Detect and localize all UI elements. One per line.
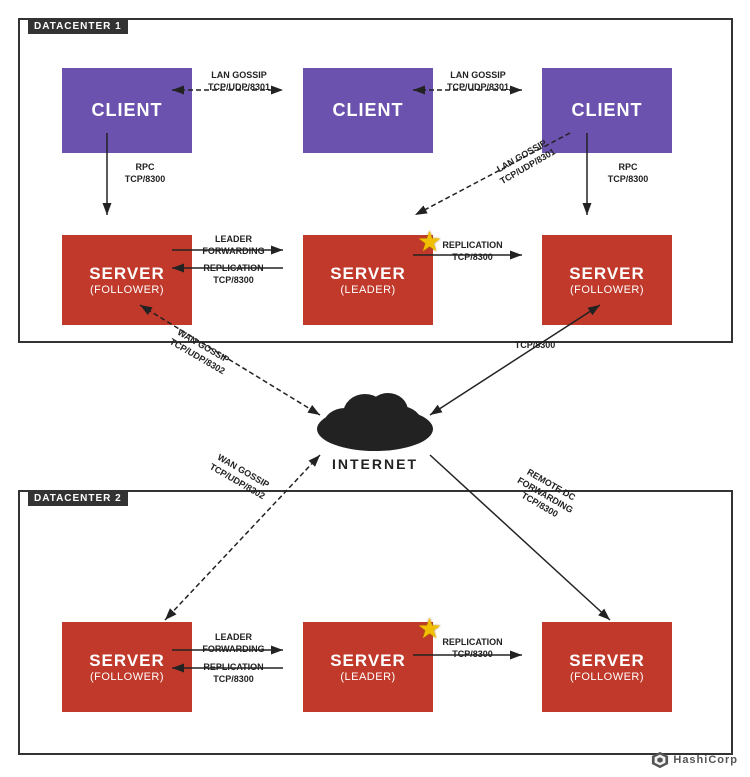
leader-fwd-label-2: LEADER FORWARDING <box>186 632 281 655</box>
datacenter2-box: DATACENTER 2 SERVER (FOLLOWER) SERVER (L… <box>18 490 733 755</box>
server-box-dc1-leader: SERVER (LEADER) <box>303 235 433 325</box>
cloud-svg <box>310 384 440 454</box>
client-box-2: CLIENT <box>303 68 433 153</box>
client-box-1: CLIENT <box>62 68 192 153</box>
server-box-dc2-follower1: SERVER (FOLLOWER) <box>62 622 192 712</box>
tcp8300-label-1: TCP/8300 <box>500 340 570 352</box>
datacenter2-label: DATACENTER 2 <box>28 491 128 506</box>
rpc-label-2: RPC TCP/8300 <box>598 162 658 185</box>
datacenter1-label: DATACENTER 1 <box>28 19 128 34</box>
server-box-dc2-follower2: SERVER (FOLLOWER) <box>542 622 672 712</box>
lan-gossip-label-1: LAN GOSSIP TCP/UDP/8301 <box>194 70 284 93</box>
leader-fwd-label-1: LEADER FORWARDING <box>186 234 281 257</box>
replication-label-2: REPLICATION TCP/8300 <box>425 240 520 263</box>
internet-cloud: INTERNET <box>290 378 460 478</box>
internet-label: INTERNET <box>332 456 418 472</box>
rpc-label-1: RPC TCP/8300 <box>115 162 175 185</box>
server-box-dc1-follower1: SERVER (FOLLOWER) <box>62 235 192 325</box>
replication-label-1: REPLICATION TCP/8300 <box>186 263 281 286</box>
main-container: DATACENTER 1 CLIENT CLIENT CLIENT SERVER… <box>0 0 750 777</box>
server-box-dc2-leader: SERVER (LEADER) <box>303 622 433 712</box>
replication-label-4: REPLICATION TCP/8300 <box>425 637 520 660</box>
hashicorp-logo: HashiCorp <box>651 751 738 769</box>
replication-label-3: REPLICATION TCP/8300 <box>186 662 281 685</box>
server-box-dc1-follower2: SERVER (FOLLOWER) <box>542 235 672 325</box>
lan-gossip-label-2: LAN GOSSIP TCP/UDP/8301 <box>433 70 523 93</box>
hashicorp-icon <box>651 751 669 769</box>
